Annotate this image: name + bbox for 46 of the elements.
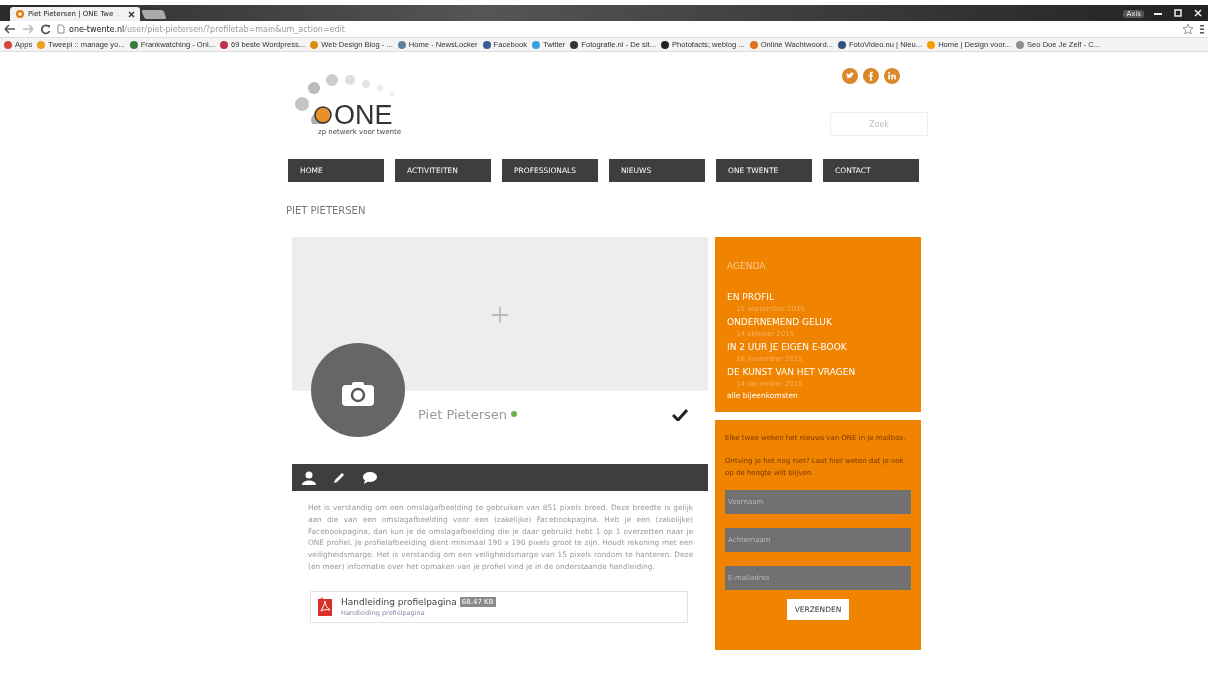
bookmark-icon <box>837 40 846 49</box>
reload-icon <box>40 23 51 35</box>
facebook-icon <box>863 68 879 84</box>
profile-name: Piet Pietersen <box>418 406 507 422</box>
bookmark-icon <box>129 40 138 49</box>
search-field[interactable]: Zoek <box>830 112 928 136</box>
menu-icon <box>1200 24 1204 34</box>
bookmark-icon <box>220 40 228 49</box>
bookmark-icon <box>661 40 669 49</box>
bookmark-icon <box>927 40 936 49</box>
page-icon <box>15 9 25 19</box>
bookmark-icon <box>4 40 12 49</box>
camera-icon <box>341 381 375 407</box>
plus-icon <box>492 307 508 323</box>
bookmark-icon <box>310 40 319 49</box>
agenda-heading: AGENDA <box>727 261 767 271</box>
page-title: PIET PIETERSEN <box>286 205 367 216</box>
bookmark-icon <box>482 40 491 49</box>
logo-text: ONE <box>334 102 393 128</box>
forward-icon <box>22 24 34 34</box>
checkmark-icon <box>672 407 688 421</box>
bookmark-icon <box>397 40 406 49</box>
profile-tab[interactable] <box>302 470 318 485</box>
bookmark-icon <box>1016 40 1024 49</box>
restore-icon <box>1172 9 1184 17</box>
linkedin-icon <box>884 68 900 84</box>
speech-bubble-icon <box>362 470 378 485</box>
close-icon <box>1192 9 1204 17</box>
ball-icon <box>314 106 332 124</box>
pdf-file-icon <box>317 596 333 617</box>
attachment-title: Handleiding profielpagina <box>341 596 457 607</box>
twitter-icon <box>842 68 858 84</box>
address-field[interactable]: one-twente.nl/user/piet-pietersen/?profiletab=main&um_action=edit <box>57 22 1176 36</box>
url-text: one-twente.nl/user/piet-pietersen/?profiletab=main&um_action=edit <box>69 24 345 34</box>
cover-area[interactable] <box>292 237 708 391</box>
bookmark-icon <box>749 40 758 49</box>
user-icon <box>302 470 318 485</box>
bookmark-icon <box>37 40 46 49</box>
bookmark-icon <box>570 40 579 49</box>
bookmark-icon <box>531 40 540 49</box>
page-icon <box>57 24 65 34</box>
profile-tab[interactable] <box>362 470 378 485</box>
back-icon <box>4 24 16 34</box>
close-icon <box>128 10 135 18</box>
star-icon <box>1182 23 1194 35</box>
new-tab-button[interactable] <box>141 10 167 19</box>
